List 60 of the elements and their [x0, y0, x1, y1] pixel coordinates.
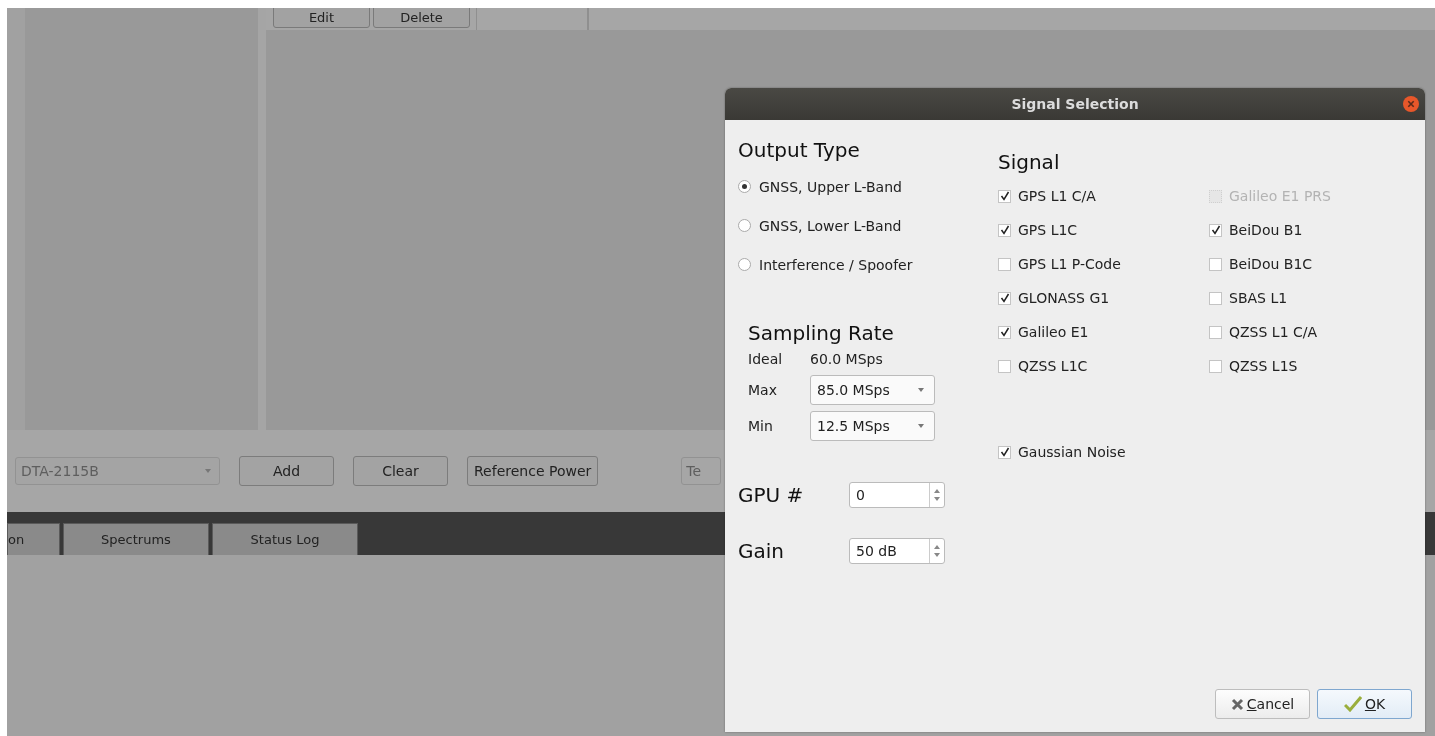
checkbox[interactable]: [998, 257, 1011, 271]
checkbox-label: QZSS L1 C/A: [1229, 324, 1318, 340]
checkbox-label: QZSS L1C: [1018, 358, 1088, 374]
checkbox[interactable]: [1209, 359, 1222, 373]
toolbar-button[interactable]: Delete: [373, 8, 470, 28]
close-icon: [1230, 697, 1244, 711]
tab[interactable]: on: [7, 523, 60, 555]
field-label: Ideal: [748, 351, 784, 367]
checkbox-label: Galileo E1 PRS: [1229, 188, 1331, 204]
checkbox-label: GPS L1 P-Code: [1018, 256, 1121, 272]
text-field[interactable]: Te: [681, 457, 722, 485]
toolbar-button[interactable]: Edit: [273, 8, 370, 28]
section-heading: Output Type: [738, 137, 861, 163]
checkbox[interactable]: [1209, 291, 1222, 305]
field-label: Min: [748, 418, 774, 434]
min-rate-dropdown[interactable]: 12.5 MSps: [810, 411, 935, 441]
toolbar-button[interactable]: Clear: [353, 456, 448, 486]
checkbox-label: GPS L1C: [1018, 222, 1078, 238]
checkbox[interactable]: [1209, 325, 1222, 339]
checkbox-label: BeiDou B1: [1229, 222, 1303, 238]
checkbox-label: GLONASS G1: [1018, 290, 1110, 306]
checkbox-label: BeiDou B1C: [1229, 256, 1313, 272]
field-label: GPU #: [738, 483, 805, 507]
toolbar-button[interactable]: Add: [239, 456, 334, 486]
field-label: Max: [748, 382, 778, 398]
checkbox-label: GPS L1 C/A: [1018, 188, 1096, 204]
radio-button[interactable]: [738, 219, 751, 232]
tab[interactable]: Spectrums: [63, 523, 209, 555]
toolbar-button[interactable]: Reference Power: [467, 456, 599, 486]
field-label: Gain: [738, 539, 785, 563]
checkbox[interactable]: [998, 325, 1011, 339]
section-heading: Sampling Rate: [748, 320, 895, 346]
window-title: Signal Selection: [1011, 96, 1139, 112]
ok-button[interactable]: OK: [1317, 689, 1412, 719]
max-rate-dropdown[interactable]: 85.0 MSps: [810, 375, 935, 405]
section-heading: Signal: [998, 149, 1061, 175]
checkbox-label: SBAS L1: [1229, 290, 1288, 306]
radio-button[interactable]: [738, 258, 751, 271]
checkbox[interactable]: [998, 359, 1011, 373]
checkbox[interactable]: [998, 223, 1011, 237]
checkbox-label: Galileo E1: [1018, 324, 1089, 340]
ideal-rate-value: 60.0 MSps: [810, 351, 883, 367]
checkbox[interactable]: [998, 291, 1011, 305]
radio-label: Interference / Spoofer: [759, 256, 913, 273]
splitter-handle[interactable]: [258, 8, 266, 430]
checkbox-label: QZSS L1S: [1229, 358, 1298, 374]
gpu-spinbox[interactable]: 0: [849, 482, 945, 508]
checkbox[interactable]: [1209, 257, 1222, 271]
close-icon[interactable]: [1403, 96, 1419, 112]
checkbox[interactable]: [998, 189, 1011, 203]
tab[interactable]: Status Log: [212, 523, 358, 555]
checkbox[interactable]: [998, 445, 1011, 459]
cancel-button[interactable]: Cancel: [1215, 689, 1310, 719]
checkbox-label: Gaussian Noise: [1018, 444, 1126, 460]
checkbox[interactable]: [1209, 223, 1222, 237]
gain-spinbox[interactable]: 50 dB: [849, 538, 945, 564]
radio-button[interactable]: [738, 180, 751, 193]
radio-label: GNSS, Lower L-Band: [759, 217, 902, 234]
checkmark-icon: [1343, 696, 1362, 712]
radio-label: GNSS, Upper L-Band: [759, 178, 902, 195]
